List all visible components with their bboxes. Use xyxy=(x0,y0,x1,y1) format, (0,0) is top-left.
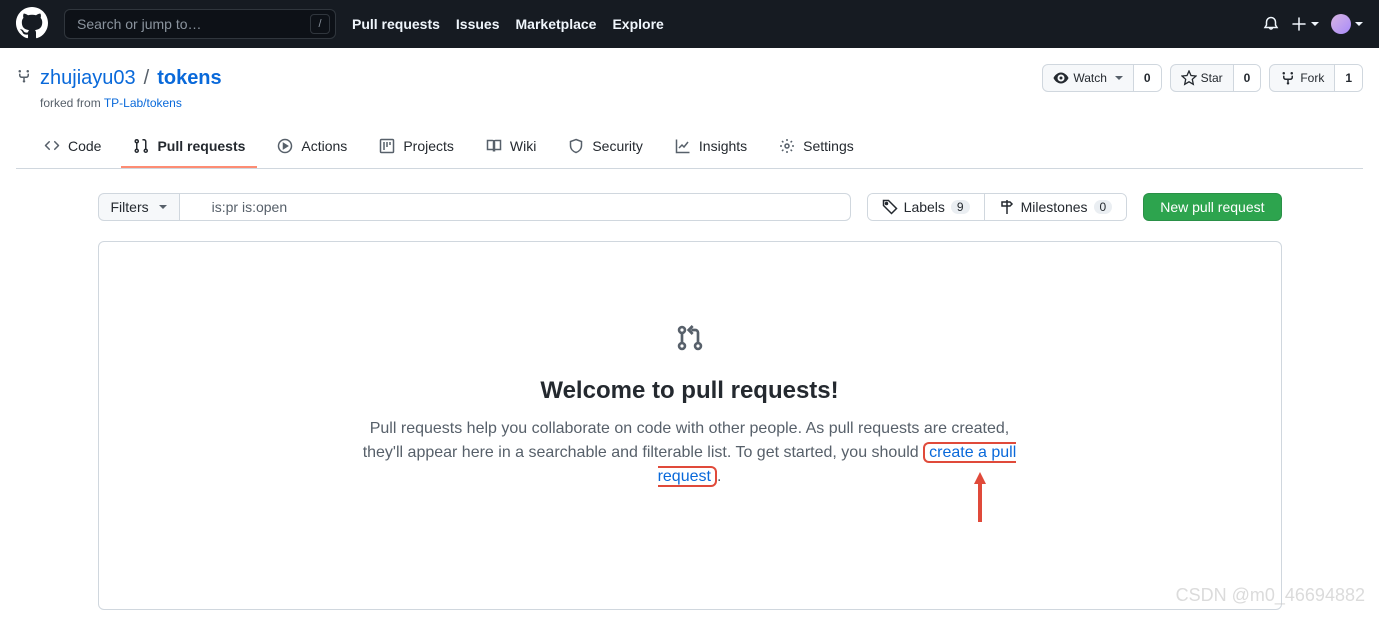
repo-name-link[interactable]: tokens xyxy=(157,67,221,90)
fork-button[interactable]: Fork 1 xyxy=(1269,64,1363,92)
star-button[interactable]: Star 0 xyxy=(1170,64,1262,92)
tag-icon xyxy=(882,199,898,215)
blankslate: Welcome to pull requests! Pull requests … xyxy=(98,241,1282,610)
nav-marketplace[interactable]: Marketplace xyxy=(516,16,597,32)
blankslate-body: Pull requests help you collaborate on co… xyxy=(360,417,1020,489)
milestone-icon xyxy=(999,199,1015,215)
nav-explore[interactable]: Explore xyxy=(612,16,663,32)
new-pull-request-button[interactable]: New pull request xyxy=(1143,193,1281,221)
star-count[interactable]: 0 xyxy=(1233,65,1261,91)
pr-search-input[interactable] xyxy=(180,193,851,221)
fork-count[interactable]: 1 xyxy=(1334,65,1362,91)
fork-label: Fork xyxy=(1300,71,1324,85)
tab-settings[interactable]: Settings xyxy=(767,130,866,168)
forked-source-link[interactable]: TP-Lab/tokens xyxy=(104,96,182,110)
tab-pull-requests[interactable]: Pull requests xyxy=(121,130,257,168)
repo-tabs: Code Pull requests Actions Projects Wiki… xyxy=(16,130,1363,169)
nav-pull-requests[interactable]: Pull requests xyxy=(352,16,440,32)
watch-count[interactable]: 0 xyxy=(1133,65,1161,91)
nav-issues[interactable]: Issues xyxy=(456,16,500,32)
watch-label: Watch xyxy=(1073,71,1107,85)
notifications-icon[interactable] xyxy=(1263,16,1279,32)
labels-milestones-group: Labels 9 Milestones 0 xyxy=(867,193,1128,221)
repo-header: zhujiayu03 / tokens Watch 0 Star 0 xyxy=(0,48,1379,169)
forked-from: forked from TP-Lab/tokens xyxy=(40,96,1363,110)
tab-projects[interactable]: Projects xyxy=(367,130,466,168)
milestones-button[interactable]: Milestones 0 xyxy=(984,194,1127,220)
star-icon xyxy=(1181,70,1197,86)
tab-code[interactable]: Code xyxy=(32,130,113,168)
repo-fork-icon xyxy=(16,67,32,90)
milestones-count: 0 xyxy=(1094,200,1113,214)
arrow-annotation xyxy=(970,472,990,525)
eye-icon xyxy=(1053,70,1069,86)
repo-sep: / xyxy=(144,67,150,90)
user-menu[interactable] xyxy=(1331,14,1363,34)
fork-icon xyxy=(1280,70,1296,86)
star-label: Star xyxy=(1201,71,1223,85)
pull-request-large-icon xyxy=(139,322,1241,357)
tab-wiki[interactable]: Wiki xyxy=(474,130,548,168)
labels-count: 9 xyxy=(951,200,970,214)
blankslate-title: Welcome to pull requests! xyxy=(139,377,1241,405)
global-header: / Pull requests Issues Marketplace Explo… xyxy=(0,0,1379,48)
slash-key-hint: / xyxy=(310,14,330,34)
pr-toolbar: Filters Labels 9 Milestones 0 New pull r… xyxy=(98,193,1282,221)
global-search-input[interactable] xyxy=(64,9,336,39)
tab-actions[interactable]: Actions xyxy=(265,130,359,168)
tab-insights[interactable]: Insights xyxy=(663,130,759,168)
avatar xyxy=(1331,14,1351,34)
github-logo[interactable] xyxy=(16,7,48,42)
filters-button[interactable]: Filters xyxy=(98,193,180,221)
repo-owner-link[interactable]: zhujiayu03 xyxy=(40,67,136,90)
search-wrap: / xyxy=(64,9,336,39)
global-nav: Pull requests Issues Marketplace Explore xyxy=(352,16,664,32)
labels-button[interactable]: Labels 9 xyxy=(868,194,984,220)
create-new-menu[interactable] xyxy=(1291,16,1319,32)
tab-security[interactable]: Security xyxy=(556,130,655,168)
watch-button[interactable]: Watch 0 xyxy=(1042,64,1161,92)
pr-container: Filters Labels 9 Milestones 0 New pull r… xyxy=(82,169,1298,634)
